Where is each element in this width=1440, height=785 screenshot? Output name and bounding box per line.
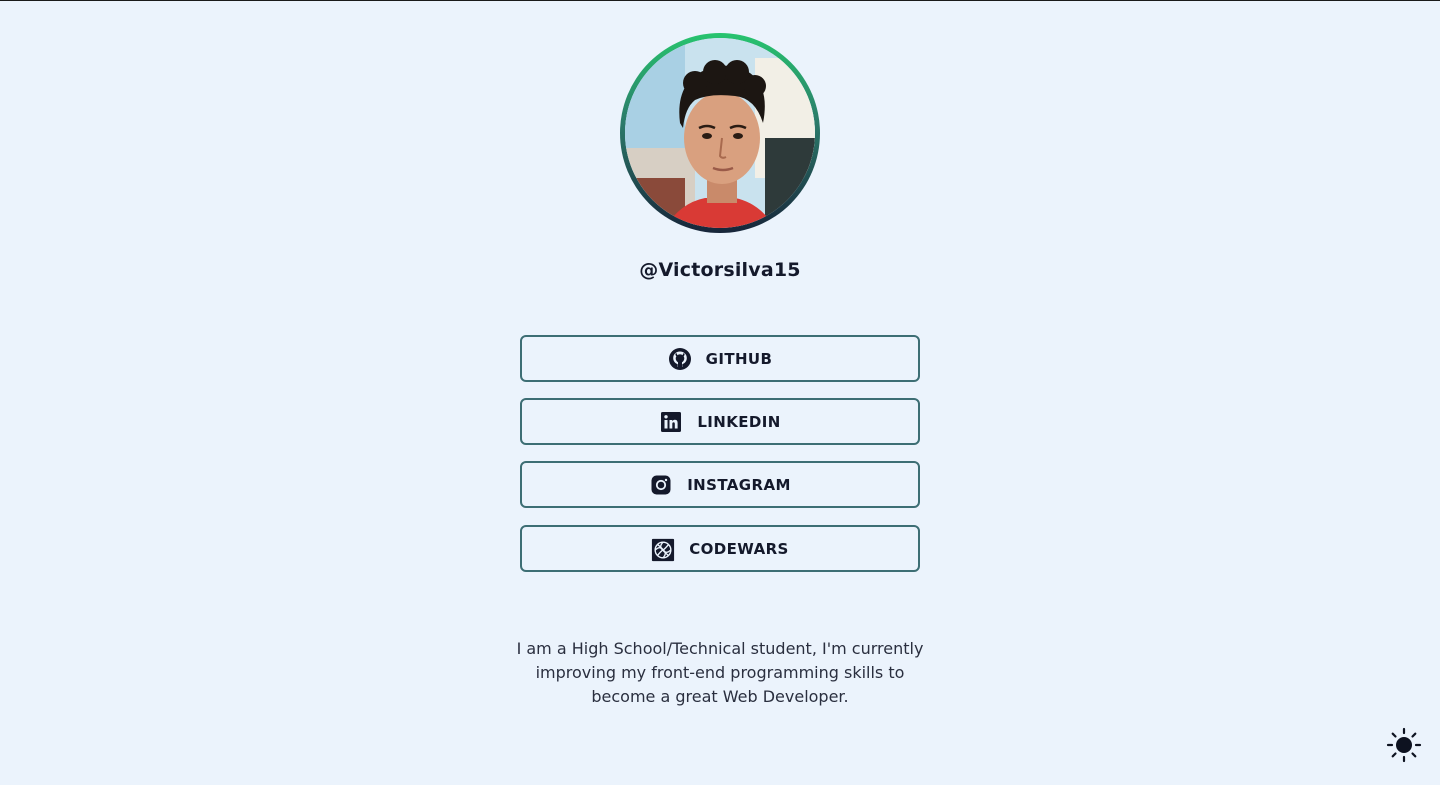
linkedin-icon [659, 410, 683, 434]
avatar [620, 33, 820, 233]
sun-icon [1386, 727, 1422, 763]
username: @Victorsilva15 [639, 259, 801, 281]
theme-toggle-button[interactable] [1386, 727, 1422, 763]
bio: I am a High School/Technical student, I'… [510, 637, 930, 709]
instagram-icon [649, 473, 673, 497]
github-label: GITHUB [705, 349, 773, 368]
bio-line: I am a High School/Technical student, I'… [516, 639, 924, 658]
bio-line: become a great Web Developer. [591, 687, 849, 706]
linkedin-button[interactable]: LINKEDIN [520, 398, 920, 445]
github-icon [668, 347, 692, 371]
github-button[interactable]: GITHUB [520, 335, 920, 382]
instagram-label: INSTAGRAM [687, 475, 791, 494]
codewars-icon [651, 537, 675, 561]
profile-photo-illustration [625, 38, 815, 228]
instagram-button[interactable]: INSTAGRAM [520, 461, 920, 508]
codewars-label: CODEWARS [689, 539, 789, 558]
bio-line: improving my front-end programming skill… [535, 663, 905, 682]
profile-photo [625, 38, 815, 228]
social-links: GITHUB LINKEDIN INSTAGRAM CODEWARS [520, 335, 920, 588]
linkedin-label: LINKEDIN [697, 412, 781, 431]
codewars-button[interactable]: CODEWARS [520, 525, 920, 572]
